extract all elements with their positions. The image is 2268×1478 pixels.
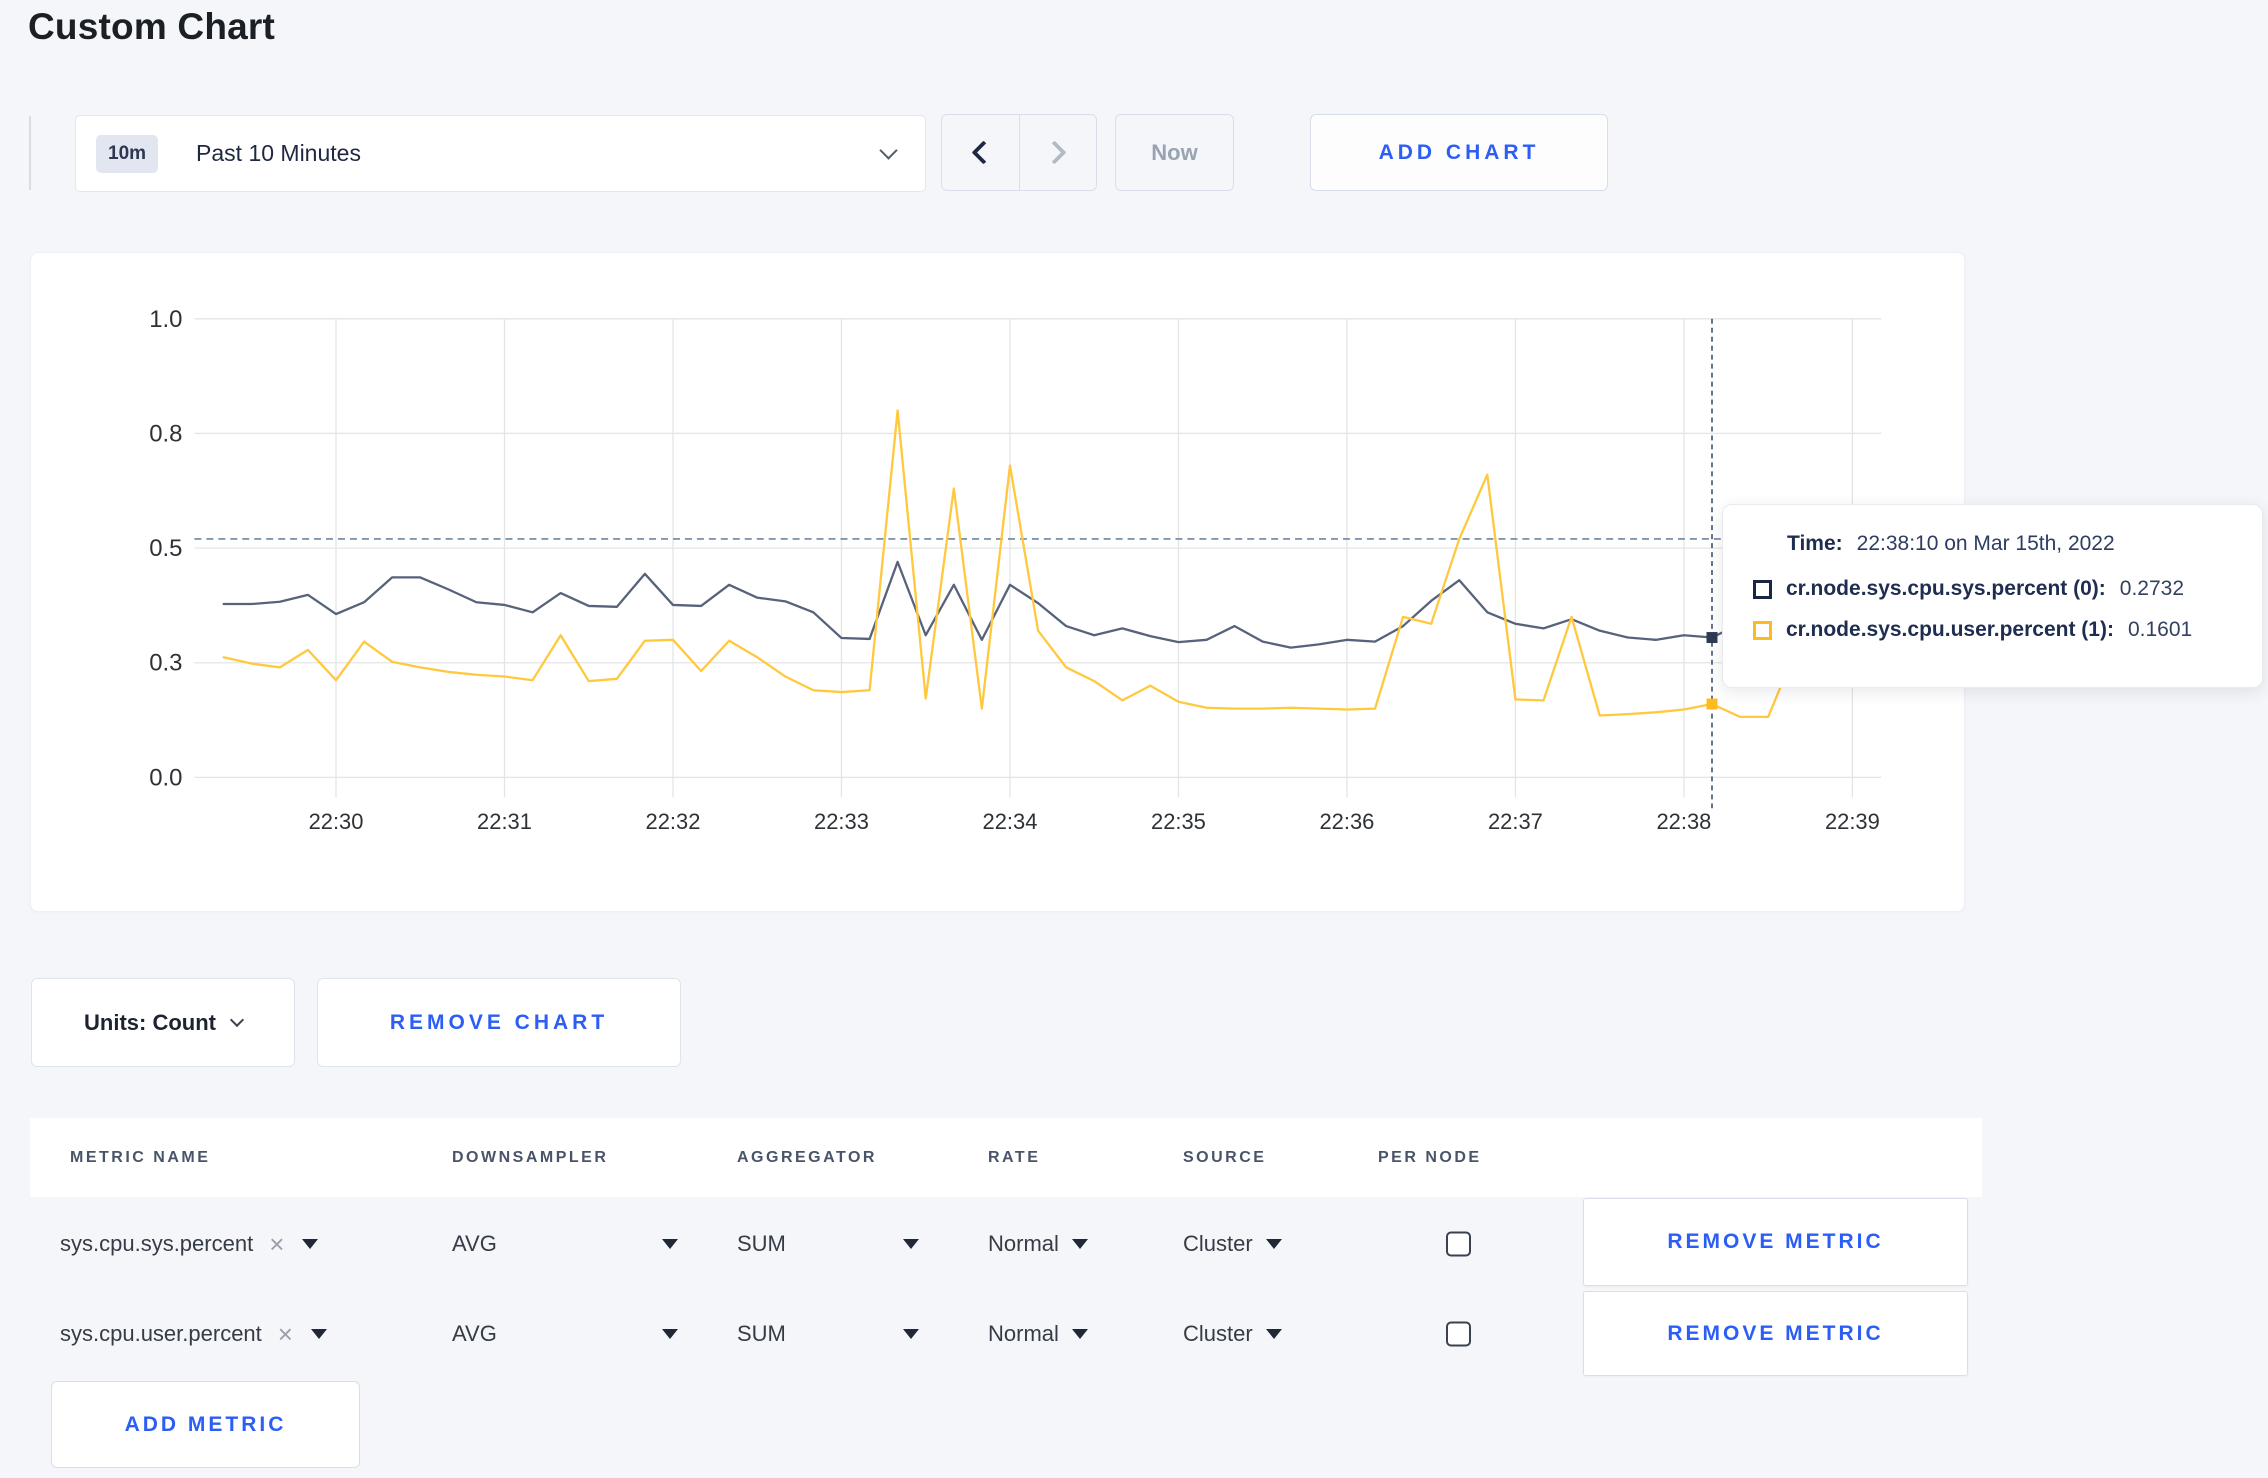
- caret-down-icon: [1071, 1328, 1088, 1339]
- next-time-button[interactable]: [1020, 115, 1097, 190]
- svg-text:22:35: 22:35: [1151, 809, 1206, 834]
- chevron-down-icon: [879, 140, 898, 160]
- rate-value: Normal: [988, 1230, 1059, 1256]
- tooltip-series-row-user: cr.node.sys.cpu.user.percent (1): 0.1601: [1753, 618, 2236, 642]
- add-metric-button[interactable]: ADD METRIC: [51, 1381, 360, 1468]
- page-title: Custom Chart: [28, 6, 276, 47]
- svg-text:22:38: 22:38: [1656, 809, 1711, 834]
- tooltip-user-label: cr.node.sys.cpu.user.percent (1):: [1786, 618, 2114, 641]
- col-rate: RATE: [988, 1148, 1041, 1166]
- downsampler-select[interactable]: AVG: [452, 1231, 678, 1257]
- chart-card: 0.0 0.3 0.5 0.8 1.0 22:30 22:31 22:32 22:33 22:34…: [30, 252, 1965, 912]
- caret-down-icon: [302, 1238, 319, 1249]
- caret-down-icon: [1071, 1238, 1088, 1249]
- units-select[interactable]: Units: Count: [31, 978, 295, 1067]
- chart-tooltip: Time: 22:38:10 on Mar 15th, 2022 cr.node.…: [1722, 504, 2263, 688]
- svg-text:0.3: 0.3: [149, 650, 182, 677]
- rate-select[interactable]: Normal: [988, 1321, 1088, 1347]
- time-pager: [941, 114, 1097, 191]
- sys-series-swatch-icon: [1753, 579, 1772, 599]
- tooltip-user-value: 0.1601: [2127, 618, 2193, 641]
- time-window-select[interactable]: 10m Past 10 Minutes: [75, 115, 926, 192]
- user-series-swatch-icon: [1753, 620, 1772, 640]
- clear-metric-icon[interactable]: ×: [269, 1231, 284, 1257]
- caret-down-icon: [310, 1328, 327, 1339]
- tooltip-sys-label: cr.node.sys.cpu.sys.percent (0):: [1786, 577, 2106, 600]
- rate-select[interactable]: Normal: [988, 1231, 1088, 1257]
- col-aggregator: AGGREGATOR: [737, 1148, 877, 1166]
- rate-value: Normal: [988, 1320, 1059, 1346]
- metric-name-select[interactable]: sys.cpu.sys.percent ×: [60, 1230, 319, 1257]
- tooltip-time-label: Time:: [1787, 532, 1843, 555]
- svg-text:22:33: 22:33: [814, 809, 869, 834]
- col-metric-name: METRIC NAME: [70, 1148, 211, 1166]
- tooltip-time-value: 22:38:10 on Mar 15th, 2022: [1856, 532, 2115, 555]
- downsampler-value: AVG: [452, 1320, 497, 1346]
- tooltip-series-row-sys: cr.node.sys.cpu.sys.percent (0): 0.2732: [1753, 577, 2236, 601]
- aggregator-value: SUM: [737, 1230, 786, 1256]
- time-window-badge: 10m: [96, 134, 159, 173]
- custom-chart-page: Custom Chart 10m Past 10 Minutes Now ADD…: [0, 0, 2268, 1478]
- remove-metric-button-user[interactable]: REMOVE METRIC: [1583, 1291, 1968, 1376]
- clear-metric-icon[interactable]: ×: [278, 1321, 293, 1347]
- tooltip-time-row: Time: 22:38:10 on Mar 15th, 2022: [1787, 532, 2236, 556]
- metrics-table-header: METRIC NAME DOWNSAMPLER AGGREGATOR RATE …: [30, 1118, 1982, 1197]
- caret-down-icon: [662, 1328, 678, 1339]
- svg-text:0.0: 0.0: [149, 764, 182, 791]
- downsampler-value: AVG: [452, 1230, 497, 1256]
- remove-chart-button[interactable]: REMOVE CHART: [317, 978, 681, 1067]
- col-per-node: PER NODE: [1378, 1148, 1482, 1166]
- caret-down-icon: [1265, 1238, 1282, 1249]
- caret-down-icon: [1265, 1328, 1282, 1339]
- svg-text:22:32: 22:32: [646, 809, 701, 834]
- metric-name-select[interactable]: sys.cpu.user.percent ×: [60, 1321, 327, 1347]
- metric-name-value: sys.cpu.sys.percent: [60, 1230, 254, 1256]
- chevron-down-icon: [229, 1012, 245, 1028]
- svg-text:22:37: 22:37: [1488, 809, 1543, 834]
- svg-text:22:34: 22:34: [983, 809, 1038, 834]
- svg-text:1.0: 1.0: [149, 306, 182, 333]
- svg-text:22:30: 22:30: [309, 809, 364, 834]
- source-select[interactable]: Cluster: [1183, 1321, 1282, 1347]
- col-downsampler: DOWNSAMPLER: [452, 1148, 609, 1166]
- source-value: Cluster: [1183, 1320, 1253, 1346]
- caret-down-icon: [903, 1328, 919, 1339]
- caret-down-icon: [903, 1238, 919, 1249]
- toolbar-divider: [29, 116, 31, 190]
- per-node-checkbox[interactable]: [1446, 1231, 1471, 1256]
- tooltip-sys-value: 0.2732: [2119, 577, 2185, 600]
- metric-name-value: sys.cpu.user.percent: [60, 1320, 262, 1346]
- svg-text:22:36: 22:36: [1320, 809, 1375, 834]
- aggregator-value: SUM: [737, 1320, 786, 1346]
- col-source: SOURCE: [1183, 1148, 1267, 1166]
- svg-text:0.8: 0.8: [149, 420, 182, 447]
- svg-text:22:39: 22:39: [1825, 809, 1880, 834]
- aggregator-select[interactable]: SUM: [737, 1231, 919, 1257]
- add-chart-button[interactable]: ADD CHART: [1310, 114, 1608, 191]
- chevron-left-icon: [971, 140, 996, 165]
- aggregator-select[interactable]: SUM: [737, 1321, 919, 1347]
- time-window-label: Past 10 Minutes: [196, 140, 361, 166]
- now-button[interactable]: Now: [1115, 114, 1234, 191]
- remove-metric-button-sys[interactable]: REMOVE METRIC: [1583, 1198, 1968, 1286]
- chevron-right-icon: [1042, 140, 1067, 165]
- prev-time-button[interactable]: [942, 115, 1020, 190]
- downsampler-select[interactable]: AVG: [452, 1321, 678, 1347]
- caret-down-icon: [662, 1238, 678, 1249]
- svg-text:22:31: 22:31: [477, 809, 532, 834]
- source-value: Cluster: [1183, 1230, 1253, 1256]
- svg-text:0.5: 0.5: [149, 535, 182, 562]
- per-node-checkbox[interactable]: [1446, 1321, 1471, 1346]
- units-label: Units: Count: [84, 1009, 216, 1035]
- source-select[interactable]: Cluster: [1183, 1231, 1282, 1257]
- cpu-usage-chart[interactable]: 0.0 0.3 0.5 0.8 1.0 22:30 22:31 22:32 22:33 22:34…: [31, 253, 1964, 911]
